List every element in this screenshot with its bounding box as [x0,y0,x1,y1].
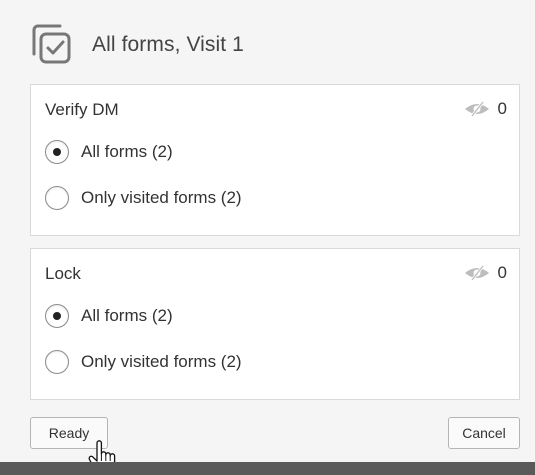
radio-button[interactable] [45,350,69,374]
radio-label: Only visited forms (2) [81,352,242,371]
section-title: Lock [45,264,81,283]
section-lock: Lock 0 All forms (2) Only visited forms … [30,248,520,400]
panel-title: All forms, Visit 1 [92,33,244,56]
hidden-count-value: 0 [497,263,507,282]
eye-slash-icon [464,101,489,117]
bottom-bar [0,462,535,475]
section-verify-dm: Verify DM 0 All forms (2) Only visited f… [30,84,520,236]
hidden-count: 0 [464,263,507,283]
radio-all-forms[interactable]: All forms (2) [45,140,173,164]
hidden-count: 0 [464,99,507,119]
radio-all-forms[interactable]: All forms (2) [45,304,173,328]
checkbox-stack-icon [30,24,74,66]
radio-label: All forms (2) [81,142,173,161]
section-title: Verify DM [45,100,119,119]
radio-only-visited-forms[interactable]: Only visited forms (2) [45,350,242,374]
eye-slash-icon [464,265,489,281]
radio-button[interactable] [45,186,69,210]
radio-button[interactable] [45,140,69,164]
cancel-button[interactable]: Cancel [448,417,520,449]
radio-label: Only visited forms (2) [81,188,242,207]
panel-header: All forms, Visit 1 [30,24,244,66]
radio-only-visited-forms[interactable]: Only visited forms (2) [45,186,242,210]
radio-label: All forms (2) [81,306,173,325]
radio-button[interactable] [45,304,69,328]
hidden-count-value: 0 [497,99,507,118]
popup-panel: All forms, Visit 1 Verify DM 0 All forms… [0,0,535,475]
